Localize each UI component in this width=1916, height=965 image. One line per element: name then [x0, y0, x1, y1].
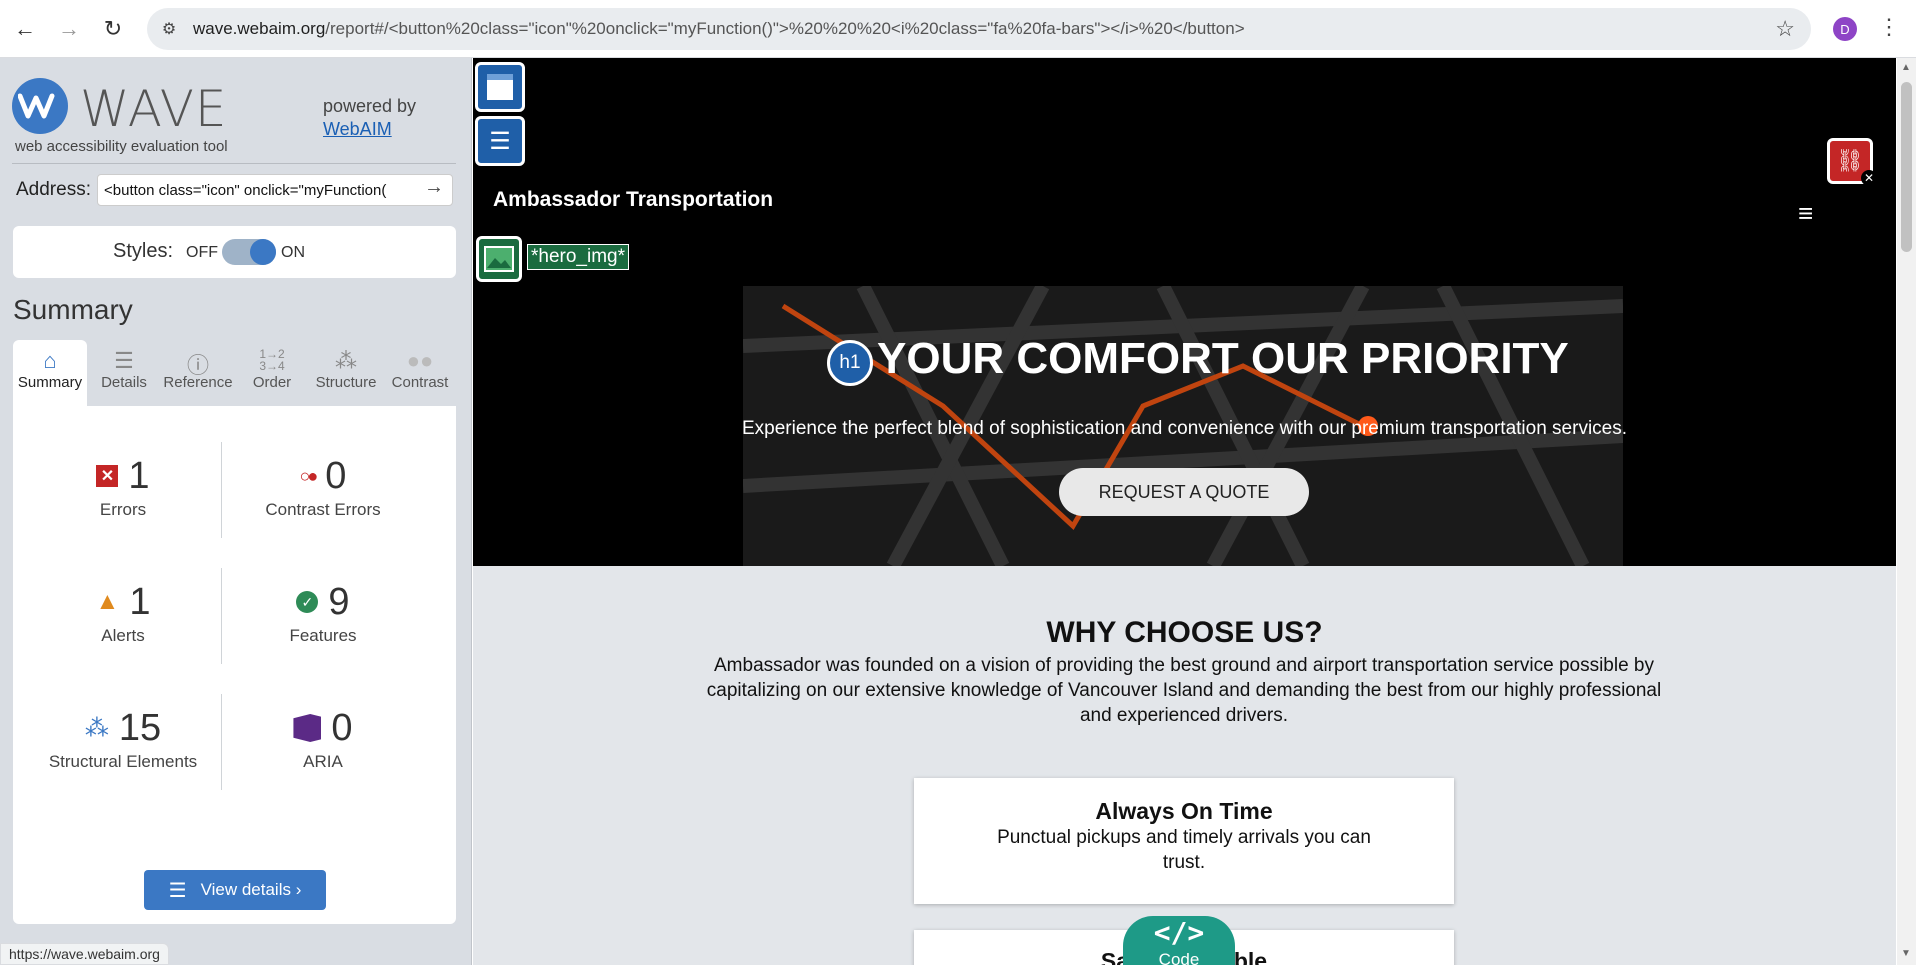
why-choose-us-heading: WHY CHOOSE US?: [1046, 616, 1323, 649]
feature-check-icon: ✓: [296, 591, 319, 613]
styles-label: Styles:: [113, 240, 174, 262]
address-label: Address:: [16, 179, 91, 200]
code-label: Code: [1158, 950, 1200, 965]
site-settings-icon[interactable]: ⚙: [157, 17, 181, 41]
close-icon: ✕: [1861, 170, 1877, 186]
reload-icon[interactable]: ↻: [96, 12, 130, 46]
divider: [221, 568, 222, 664]
divider: [221, 694, 222, 790]
stat-alerts[interactable]: ▲ 1 Alerts: [23, 580, 223, 646]
tab-details[interactable]: ☰ Details: [87, 340, 161, 406]
stat-contrast-errors[interactable]: ○● 0 Contrast Errors: [223, 454, 423, 520]
hero-subtitle: Experience the perfect blend of sophisti…: [741, 418, 1628, 439]
wave-structure-icon[interactable]: [475, 62, 525, 112]
wave-tagline: web accessibility evaluation tool: [15, 138, 228, 155]
contrast-error-icon: ○●: [299, 465, 319, 486]
back-icon[interactable]: ←: [8, 12, 42, 46]
styles-off-label: OFF: [186, 244, 218, 261]
code-panel-toggle[interactable]: </> Code: [1123, 916, 1235, 965]
address-bar[interactable]: ⚙ wave.webaim.org/report#/<button%20clas…: [147, 8, 1811, 50]
stat-aria[interactable]: 0 ARIA: [223, 706, 423, 772]
page-scrollbar[interactable]: ▲ ▼: [1897, 58, 1916, 965]
hero-title: YOUR COMFORT OUR PRIORITY: [877, 334, 1569, 383]
home-icon: ⌂: [43, 348, 57, 373]
url-text[interactable]: wave.webaim.org/report#/<button%20class=…: [193, 19, 1245, 39]
contrast-icon: ●●: [406, 348, 434, 373]
structure-icon: ⁂: [84, 714, 109, 742]
error-icon: ✕: [96, 465, 119, 487]
hamburger-menu-icon[interactable]: ≡: [1798, 198, 1813, 229]
browser-toolbar: ← → ↻ ⚙ wave.webaim.org/report#/<button%…: [0, 0, 1916, 58]
alert-icon: ▲: [95, 588, 120, 615]
divider: [221, 442, 222, 538]
profile-avatar[interactable]: D: [1833, 17, 1857, 41]
card-body: Punctual pickups and timely arrivals you…: [997, 827, 1371, 873]
divider: [12, 163, 456, 164]
stat-errors[interactable]: ✕ 1 Errors: [23, 454, 223, 520]
h1-heading-icon[interactable]: h1: [827, 340, 873, 386]
tab-order[interactable]: 1→2 3→4 Order: [235, 340, 309, 406]
wave-structure-icon[interactable]: ☰: [475, 116, 525, 166]
info-icon: ⓘ: [186, 353, 209, 378]
stat-structural[interactable]: ⁂ 15 Structural Elements: [23, 706, 223, 772]
styles-toggle-box: Styles: OFF ON: [13, 226, 456, 278]
address-input[interactable]: [97, 174, 453, 206]
view-details-button[interactable]: ☰ View details ›: [144, 870, 326, 910]
tab-reference[interactable]: ⓘ Reference: [161, 340, 235, 406]
wave-image-icon[interactable]: [476, 236, 522, 282]
styles-toggle[interactable]: [222, 239, 276, 265]
stat-features[interactable]: ✓ 9 Features: [223, 580, 423, 646]
wave-sidebar: WAVE web accessibility evaluation tool p…: [0, 58, 472, 965]
list-icon: ☰: [168, 879, 187, 902]
address-go-icon[interactable]: →: [424, 176, 444, 199]
summary-heading: Summary: [13, 294, 133, 325]
code-icon: </>: [1153, 916, 1205, 949]
structure-icon: ⁂: [335, 348, 357, 373]
aria-icon: [293, 714, 322, 742]
status-bar-url: https://wave.webaim.org: [0, 943, 169, 965]
order-icon: 1→2 3→4: [259, 347, 285, 373]
scroll-thumb[interactable]: [1901, 82, 1912, 252]
tab-summary[interactable]: ⌂ Summary: [13, 340, 87, 406]
brand-name[interactable]: Ambassador Transportation: [493, 188, 773, 212]
wave-wordmark: WAVE: [80, 80, 228, 138]
request-quote-button[interactable]: REQUEST A QUOTE: [1059, 468, 1309, 516]
page-viewport: ☰ Ambassador Transportation *hero_img* ≡…: [473, 58, 1896, 965]
scroll-up-icon[interactable]: ▲: [1901, 62, 1911, 73]
hero-section: ☰ Ambassador Transportation *hero_img* ≡…: [473, 58, 1896, 566]
list-icon: ☰: [114, 348, 134, 373]
hero-img-label: *hero_img*: [527, 244, 629, 270]
forward-icon[interactable]: →: [52, 12, 86, 46]
webaim-link[interactable]: WebAIM: [323, 119, 392, 140]
tab-structure[interactable]: ⁂ Structure: [309, 340, 383, 406]
feature-card: Always On Time Punctual pickups and time…: [914, 778, 1454, 904]
browser-menu-icon[interactable]: ⋮: [1878, 14, 1900, 40]
scroll-down-icon[interactable]: ▼: [1901, 948, 1911, 959]
powered-by-label: powered by: [323, 96, 417, 116]
bookmark-star-icon[interactable]: ☆: [1775, 16, 1795, 42]
tab-contrast[interactable]: ●● Contrast: [383, 340, 457, 406]
wave-tab-bar: ⌂ Summary ☰ Details ⓘ Reference 1→2 3→4 O…: [13, 340, 456, 406]
styles-on-label: ON: [281, 244, 305, 261]
why-choose-us-text: Ambassador was founded on a vision of pr…: [706, 655, 1662, 726]
summary-panel: ✕ 1 Errors ○● 0 Contrast Errors ▲ 1 Aler…: [13, 406, 456, 924]
toggle-knob: [250, 239, 276, 265]
wave-logo-icon: [12, 78, 68, 134]
card-title: Always On Time: [1095, 798, 1273, 824]
